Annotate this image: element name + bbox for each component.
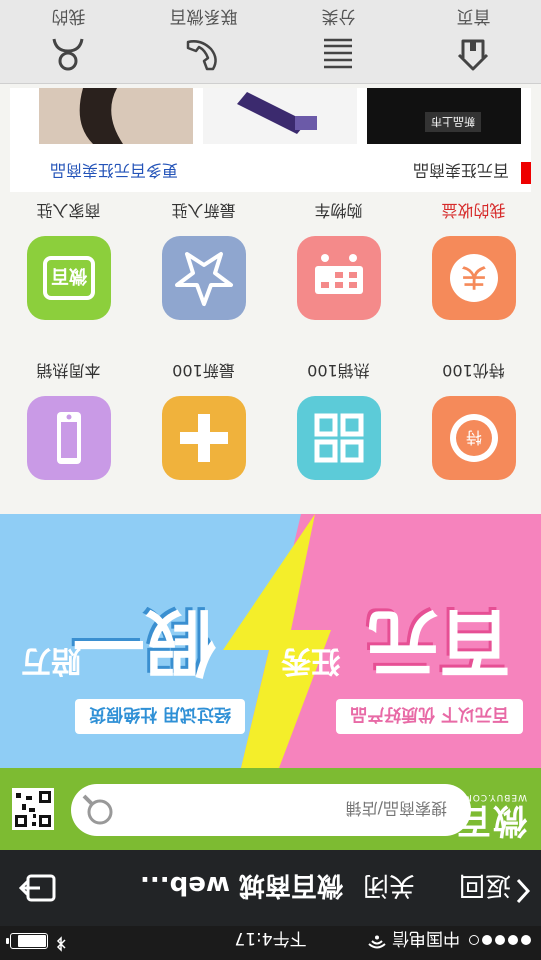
chevron-left-icon <box>515 871 531 904</box>
banner-headline-left: 百元 <box>366 600 511 684</box>
feature-grid: 特 特优100 热销100 最新100 本周热销 夫 我的收益 购物车 最新入驻… <box>0 194 541 514</box>
earnings-icon: 夫 <box>432 236 516 320</box>
bluetooth-icon <box>56 931 66 952</box>
tab-category[interactable]: 分类 <box>271 0 406 83</box>
svg-text:微百: 微百 <box>51 265 88 287</box>
svg-text:夫: 夫 <box>461 263 486 291</box>
grid-item-special-100[interactable]: 特 特优100 <box>406 354 541 514</box>
phone-handset-icon <box>186 40 217 71</box>
tab-home[interactable]: 首页 <box>406 0 541 83</box>
search-icon[interactable] <box>81 789 115 827</box>
special-offer-icon: 特 <box>432 396 516 480</box>
grid-item-label: 热销100 <box>307 361 370 380</box>
qr-code-icon[interactable] <box>12 788 54 830</box>
grid-item-hot-100[interactable]: 热销100 <box>271 354 406 514</box>
grid-item-merchant-join[interactable]: 微百 商家入驻 <box>1 194 136 354</box>
banner-subhead-left: 狂秀 <box>281 643 341 678</box>
page-title: 微百商城 web... <box>140 870 343 900</box>
close-button[interactable]: 关闭 <box>363 869 415 906</box>
search-input[interactable] <box>145 794 449 824</box>
svg-text:特: 特 <box>466 428 482 447</box>
grid-item-label: 购物车 <box>314 201 363 220</box>
grid-item-label: 我的收益 <box>441 201 506 220</box>
plus-icon <box>162 396 246 480</box>
grid-item-label: 最新入驻 <box>171 201 236 220</box>
cart-icon <box>297 236 381 320</box>
hot-sale-grid-icon <box>297 396 381 480</box>
product-thumbnail[interactable]: 新品上市 <box>367 88 521 144</box>
battery-icon <box>10 933 48 950</box>
promo-banner[interactable]: 百元以下 优质好产品 百元 狂秀 经过试用 杜绝假货 假一 赔万 <box>0 514 541 768</box>
banner-tag-right: 经过试用 杜绝假货 <box>75 699 245 734</box>
list-icon <box>324 38 352 69</box>
back-button[interactable]: 返回 <box>459 869 531 906</box>
grid-item-weekly-hot[interactable]: 本周热销 <box>1 354 136 514</box>
share-button[interactable] <box>16 868 58 910</box>
back-label: 返回 <box>458 870 511 900</box>
grid-item-cart[interactable]: 购物车 <box>271 194 406 354</box>
grid-item-label: 商家入驻 <box>36 201 101 220</box>
home-icon <box>457 39 489 71</box>
tab-label: 我的 <box>51 6 86 26</box>
status-right <box>10 931 66 952</box>
tab-contact[interactable]: 联系微百 <box>136 0 271 83</box>
banner-tag-left: 百元以下 优质好产品 <box>336 699 523 734</box>
promo-section: 百元狂卖商品 更多百元狂卖商品 新品上市 <box>10 88 531 192</box>
section-marker <box>521 162 531 184</box>
status-time: 下午4:17 <box>234 928 307 948</box>
banner-headline-right: 假一 <box>72 600 217 684</box>
grid-item-my-earnings[interactable]: 夫 我的收益 <box>406 194 541 354</box>
product-image <box>237 92 317 134</box>
star-icon <box>162 236 246 320</box>
grid-item-label: 最新100 <box>172 361 235 380</box>
product-thumbnail[interactable] <box>39 88 193 144</box>
grid-item-label: 本周热销 <box>36 361 101 380</box>
search-header: 微百 WEBUY.COM <box>0 768 541 850</box>
product-thumbnail[interactable] <box>203 88 357 144</box>
more-link[interactable]: 更多百元狂卖商品 <box>50 160 178 184</box>
search-box[interactable] <box>71 784 471 836</box>
merchant-icon: 微百 <box>27 236 111 320</box>
thumbnail-label: 新品上市 <box>425 112 481 132</box>
product-image <box>39 88 193 144</box>
grid-item-label: 特优100 <box>442 361 505 380</box>
phone-icon <box>27 396 111 480</box>
grid-item-newest-100[interactable]: 最新100 <box>136 354 271 514</box>
user-icon <box>52 38 84 71</box>
tab-mine[interactable]: 我的 <box>1 0 136 83</box>
browser-nav-bar: 返回 关闭 微百商城 web... <box>0 850 541 926</box>
share-icon <box>18 874 56 902</box>
bottom-tab-bar: 首页 分类 联系微百 我的 <box>0 0 541 84</box>
tab-label: 分类 <box>321 6 356 26</box>
tab-label: 联系微百 <box>169 6 238 26</box>
banner-subhead-right: 赔万 <box>21 643 81 678</box>
status-bar: 中国电信 下午4:17 <box>0 926 541 960</box>
grid-item-newest-merchants[interactable]: 最新入驻 <box>136 194 271 354</box>
section-title: 百元狂卖商品 <box>412 161 509 180</box>
tab-label: 首页 <box>456 6 491 26</box>
